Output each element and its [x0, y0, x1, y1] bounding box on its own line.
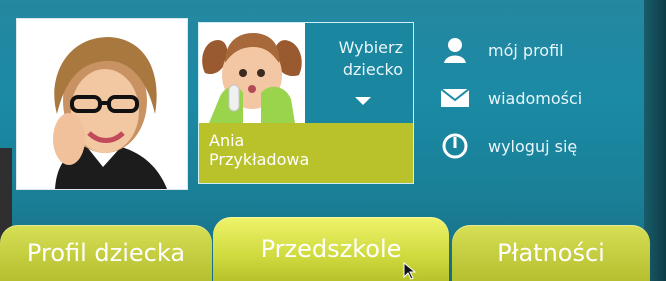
- child-selector[interactable]: Wybierz dziecko Ania Przykładowa: [198, 22, 414, 184]
- menu-label-messages: wiadomości: [488, 88, 583, 108]
- user-icon: [438, 33, 472, 67]
- child-last-name: Przykładowa: [209, 150, 310, 170]
- tab-label-preschool: Przedszkole: [260, 235, 402, 263]
- child-photo: [199, 23, 305, 123]
- choose-child-line1: Wybierz: [338, 38, 403, 57]
- menu-label-logout: wyloguj się: [488, 136, 578, 156]
- choose-child-prompt[interactable]: Wybierz dziecko: [307, 37, 403, 80]
- envelope-icon: [438, 81, 472, 115]
- tab-payments[interactable]: Płatności: [452, 225, 650, 281]
- tab-bar: Profil dziecka Przedszkole Płatności: [0, 214, 666, 281]
- parent-photo: [17, 19, 187, 189]
- child-first-name: Ania: [209, 131, 245, 150]
- menu-item-logout[interactable]: wyloguj się: [438, 122, 648, 170]
- tab-label-child-profile: Profil dziecka: [26, 239, 186, 267]
- menu-item-messages[interactable]: wiadomości: [438, 74, 648, 122]
- menu-item-profile[interactable]: mój profil: [438, 26, 648, 74]
- choose-child-line2: dziecko: [342, 59, 403, 79]
- mouse-cursor-icon: [403, 262, 417, 280]
- tab-child-profile[interactable]: Profil dziecka: [0, 225, 212, 281]
- menu-label-profile: mój profil: [488, 40, 564, 60]
- chevron-down-icon[interactable]: [355, 97, 371, 105]
- child-avatar: [199, 23, 305, 123]
- tab-label-payments: Płatności: [497, 239, 605, 267]
- power-icon: [438, 129, 472, 163]
- selected-child-name: Ania Przykładowa: [199, 123, 413, 183]
- user-menu: mój profil wiadomości wyloguj się: [438, 26, 648, 170]
- parent-avatar: [16, 18, 188, 190]
